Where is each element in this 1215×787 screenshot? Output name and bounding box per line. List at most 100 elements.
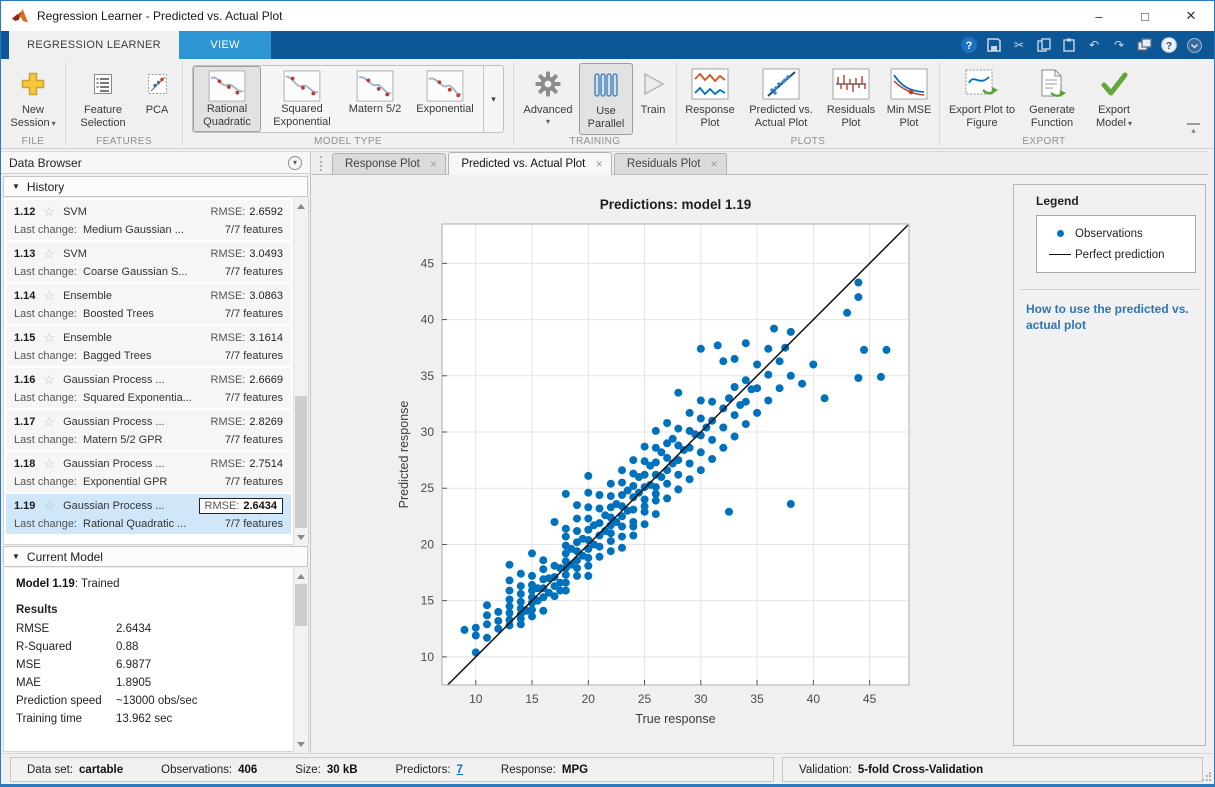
data-browser-panel: Data Browser ▾ ▼ History 1.12☆SVMRMSE:2.… [1,151,311,753]
collapse-ribbon-icon[interactable]: ▴ [1187,123,1200,134]
caret-down-icon: ▾ [546,117,550,126]
gallery-dropdown-button[interactable]: ▾ [483,66,503,132]
svg-text:15: 15 [421,594,435,608]
paste-icon[interactable] [1061,37,1077,53]
panel-menu-icon[interactable]: ▾ [288,156,302,170]
svg-text:20: 20 [421,537,435,551]
close-tab-icon[interactable]: ✕ [710,159,718,170]
star-icon: ☆ [43,414,55,430]
svg-text:15: 15 [525,692,539,706]
tab-residuals-plot[interactable]: Residuals Plot✕ [614,153,727,174]
current-model-section-header[interactable]: ▼ Current Model [3,546,308,567]
history-item[interactable]: 1.12☆SVMRMSE:2.6592 Last change:Medium G… [6,200,291,240]
result-row: Prediction speed~13000 obs/sec [16,692,288,710]
close-tab-icon[interactable]: ✕ [595,159,603,170]
result-row: MSE6.9877 [16,656,288,674]
current-model-title: Model 1.19: Trained [16,578,288,590]
min-mse-plot-button[interactable]: Min MSE Plot [881,63,937,133]
star-icon: ☆ [43,498,55,514]
ribbon-group-plots: Response Plot Predicted vs. Actual Plot … [677,59,939,148]
export-model-button[interactable]: Export Model▾ [1085,63,1143,133]
scroll-up-icon[interactable] [294,569,308,583]
history-item-selected[interactable]: 1.19☆Gaussian Process ...RMSE:2.6434 Las… [6,494,291,534]
generate-function-icon [1037,66,1067,102]
pca-button[interactable]: PCA [136,63,178,120]
scroll-up-icon[interactable] [294,199,308,213]
close-button[interactable]: ✕ [1168,1,1214,31]
maximize-button[interactable]: □ [1122,1,1168,31]
how-to-use-link[interactable]: How to use the predicted vs. actual plot [1026,302,1191,333]
group-label-training: TRAINING [514,136,676,147]
predicted-vs-actual-chart[interactable]: 10152025303540451015202530354045Predicti… [312,175,992,745]
group-label-file: FILE [1,136,65,147]
export-plot-button[interactable]: Export Plot to Figure [945,63,1019,133]
history-item[interactable]: 1.16☆Gaussian Process ...RMSE:2.6669 Las… [6,368,291,408]
group-label-export: EXPORT [940,136,1148,147]
model-squared-exponential-button[interactable]: Squared Exponential [261,66,343,132]
current-model-scrollbar[interactable] [293,568,308,752]
svg-text:10: 10 [469,692,483,706]
group-label-features: FEATURES [66,136,182,147]
predicted-vs-actual-icon [762,66,800,102]
history-item[interactable]: 1.17☆Gaussian Process ...RMSE:2.8269 Las… [6,410,291,450]
resize-grip[interactable] [1201,772,1211,782]
ribbon-group-features: Feature Selection PCA FEATURES [66,59,182,148]
cut-icon[interactable]: ✂ [1011,37,1027,53]
response-plot-button[interactable]: Response Plot [679,63,741,133]
model-exponential-button[interactable]: Exponential [407,66,483,132]
star-icon: ☆ [43,330,55,346]
save-icon[interactable] [986,37,1002,53]
rmse-highlight-box: RMSE:2.6434 [199,498,284,514]
star-icon: ☆ [43,204,55,220]
collapse-triangle-icon: ▼ [12,182,20,191]
history-item[interactable]: 1.15☆EnsembleRMSE:3.1614 Last change:Bag… [6,326,291,366]
tab-view[interactable]: VIEW [179,31,271,59]
svg-text:Predicted response: Predicted response [397,401,411,509]
pca-icon [145,66,169,102]
minimize-button[interactable]: – [1076,1,1122,31]
model-matern-button[interactable]: Matern 5/2 [343,66,407,132]
help-icon[interactable]: ? [961,37,977,53]
copy-icon[interactable] [1036,37,1052,53]
undo-icon[interactable]: ↶ [1086,37,1102,53]
feature-selection-button[interactable]: Feature Selection [70,63,136,133]
svg-text:Predictions: model 1.19: Predictions: model 1.19 [600,197,752,212]
train-button[interactable]: Train [633,63,673,120]
predicted-vs-actual-plot-button[interactable]: Predicted vs. Actual Plot [741,63,821,133]
svg-text:25: 25 [638,692,652,706]
model-rational-quadratic-button[interactable]: Rational Quadratic [193,66,261,132]
title-bar: Regression Learner - Predicted vs. Actua… [1,1,1214,31]
new-session-button[interactable]: New Session▾ [3,63,63,133]
tab-response-plot[interactable]: Response Plot✕ [332,153,446,174]
ribbon-toolbar: New Session▾ FILE Feature Selection PCA … [1,59,1214,149]
app-window: Regression Learner - Predicted vs. Actua… [0,0,1215,787]
history-list: 1.12☆SVMRMSE:2.6592 Last change:Medium G… [3,198,309,545]
scrollbar-thumb[interactable] [295,396,307,528]
legend-title: Legend [1036,194,1205,208]
redo-icon[interactable]: ↷ [1111,37,1127,53]
history-item[interactable]: 1.18☆Gaussian Process ...RMSE:2.7514 Las… [6,452,291,492]
residuals-plot-button[interactable]: Residuals Plot [821,63,881,133]
generate-function-button[interactable]: Generate Function [1019,63,1085,133]
min-mse-plot-icon [890,66,928,102]
tab-predicted-vs-actual-plot[interactable]: Predicted vs. Actual Plot✕ [448,152,612,175]
current-model-panel: Model 1.19: Trained Results RMSE2.6434 R… [3,568,309,752]
history-scrollbar[interactable] [293,198,308,545]
help-circle-icon[interactable]: ? [1161,37,1177,53]
history-item[interactable]: 1.14☆EnsembleRMSE:3.0863 Last change:Boo… [6,284,291,324]
svg-text:40: 40 [807,692,821,706]
history-section-header[interactable]: ▼ History [3,176,308,197]
layout-windows-icon[interactable] [1136,37,1152,53]
toolbar-dropdown-icon[interactable] [1186,37,1202,53]
scrollbar-thumb[interactable] [295,584,307,626]
predictors-link[interactable]: 7 [457,764,463,776]
use-parallel-button[interactable]: Use Parallel [579,63,633,135]
tab-drag-handle-icon[interactable] [320,156,324,171]
close-tab-icon[interactable]: ✕ [430,159,438,170]
scroll-down-icon[interactable] [294,530,308,544]
tab-regression-learner[interactable]: REGRESSION LEARNER [9,31,179,59]
svg-text:20: 20 [582,692,596,706]
advanced-button[interactable]: Advanced ▾ [517,63,579,129]
scroll-down-icon[interactable] [294,737,308,751]
history-item[interactable]: 1.13☆SVMRMSE:3.0493 Last change:Coarse G… [6,242,291,282]
